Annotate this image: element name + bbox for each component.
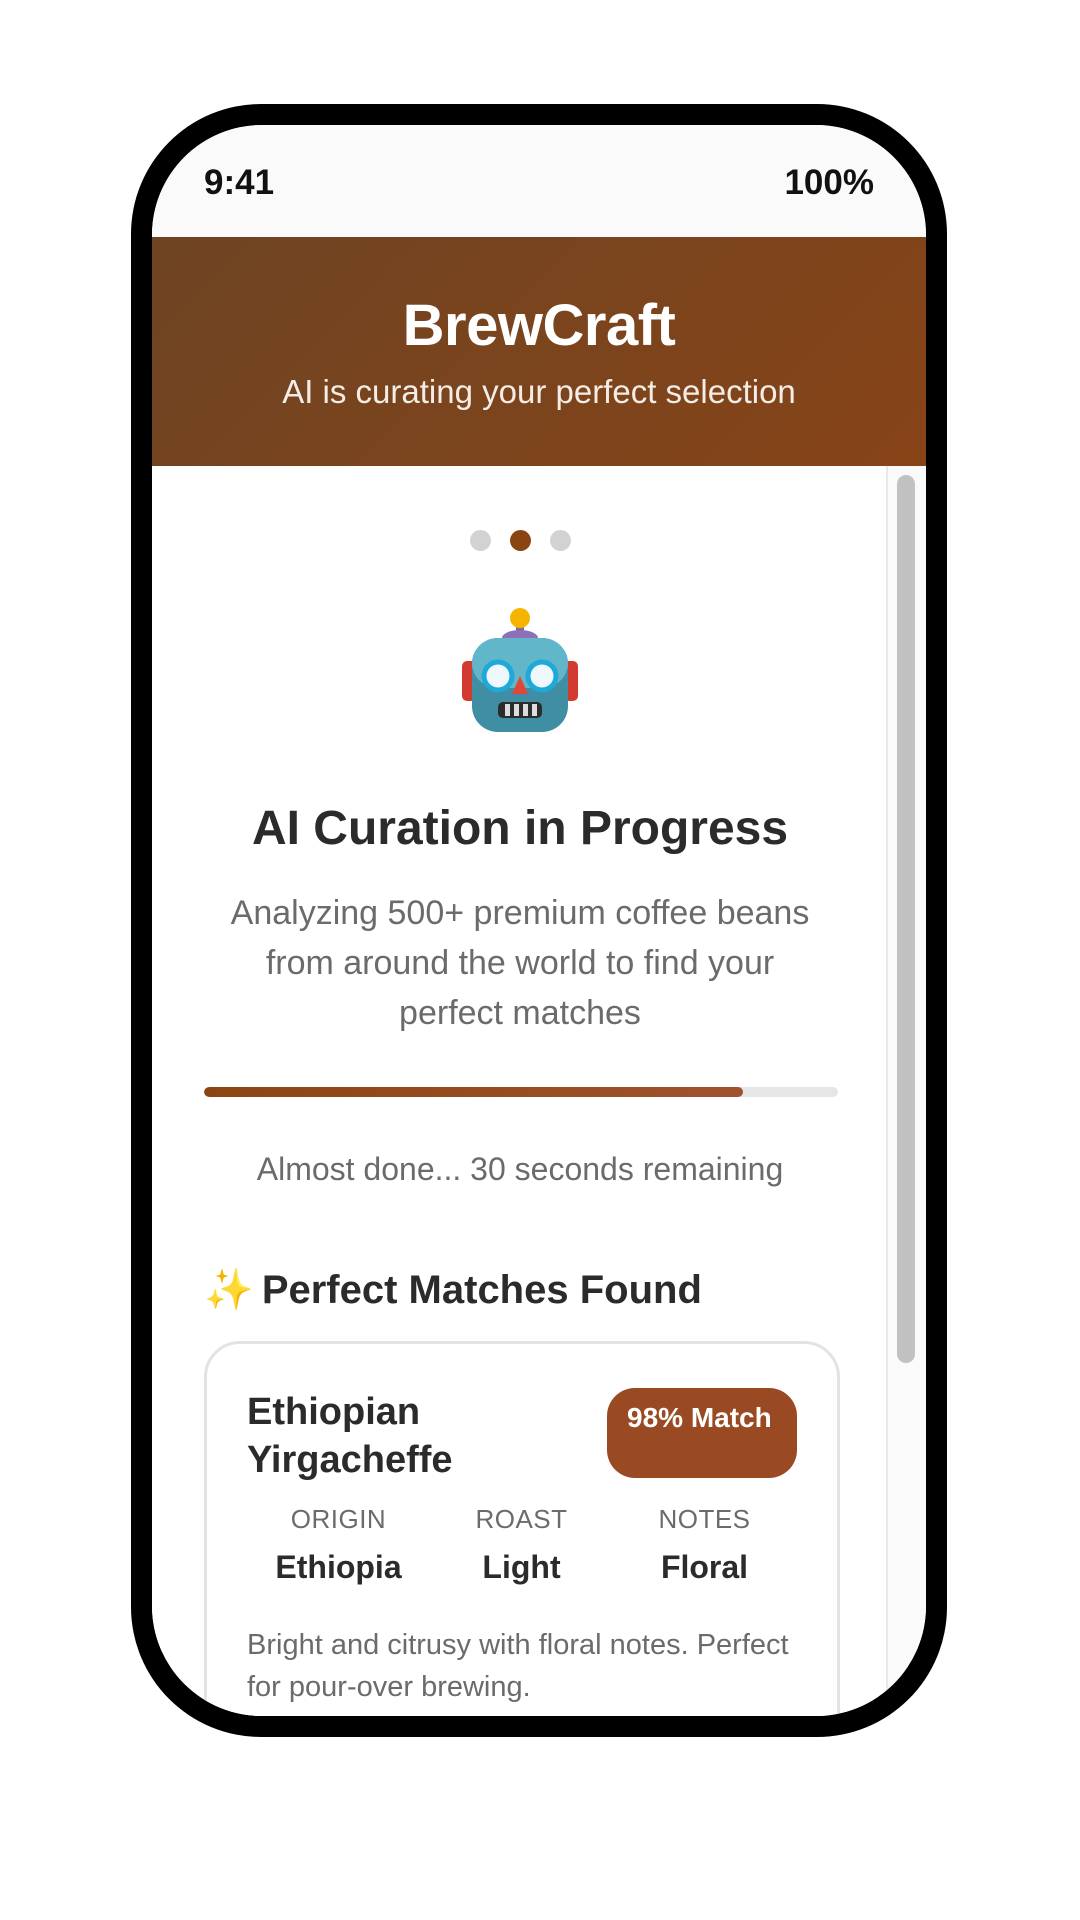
app-header: BrewCraft AI is curating your perfect se… <box>152 237 926 466</box>
coffee-description: Bright and citrusy with floral notes. Pe… <box>247 1629 789 1703</box>
status-bar: 9:41 100% <box>152 125 926 237</box>
attribute-value: Light <box>482 1549 561 1585</box>
status-battery: 100% <box>784 163 874 202</box>
main-content[interactable]: AI Curation in Progress Analyzing 500+ p… <box>152 466 888 1716</box>
matches-heading-text: Perfect Matches Found <box>261 1268 702 1312</box>
attribute-value: Ethiopia <box>275 1549 402 1585</box>
screen: 9:41 100% BrewCraft AI is curating your … <box>152 125 926 1716</box>
match-badge: 98% Match <box>607 1388 797 1478</box>
pager-dot-2-active[interactable] <box>510 530 531 551</box>
attribute-label: ORIGIN <box>290 1504 387 1534</box>
pager-dot-1[interactable] <box>470 530 491 551</box>
progress-label: Almost done... 30 seconds remaining <box>256 1151 784 1187</box>
curation-description: Analyzing 500+ premium coffee beans from… <box>230 894 810 1032</box>
match-card[interactable]: Ethiopian Yirgacheffe 98% Match ORIGIN E… <box>204 1341 840 1716</box>
scrollbar-thumb[interactable] <box>897 475 915 1363</box>
pager-dot-3[interactable] <box>550 530 571 551</box>
matches-heading: ✨ Perfect Matches Found <box>204 1266 702 1313</box>
attribute-value: Floral <box>660 1549 749 1585</box>
progress-bar <box>204 1087 838 1097</box>
attribute-label: ROAST <box>475 1504 568 1534</box>
attribute-roast: ROAST Light <box>430 1504 613 1586</box>
robot-icon <box>152 606 888 765</box>
phone-frame: 9:41 100% BrewCraft AI is curating your … <box>131 104 947 1737</box>
scrollbar[interactable] <box>886 466 926 1716</box>
curation-title: AI Curation in Progress <box>251 802 789 855</box>
sparkles-icon: ✨ <box>204 1268 254 1312</box>
coffee-name: Ethiopian Yirgacheffe <box>247 1391 453 1481</box>
progress-fill <box>204 1087 743 1097</box>
attribute-label: NOTES <box>658 1504 751 1534</box>
status-time: 9:41 <box>204 163 275 202</box>
app-subtitle: AI is curating your perfect selection <box>282 373 796 410</box>
app-title: BrewCraft <box>402 293 676 358</box>
attribute-notes: NOTES Floral <box>613 1504 796 1586</box>
attribute-origin: ORIGIN Ethiopia <box>247 1504 430 1586</box>
